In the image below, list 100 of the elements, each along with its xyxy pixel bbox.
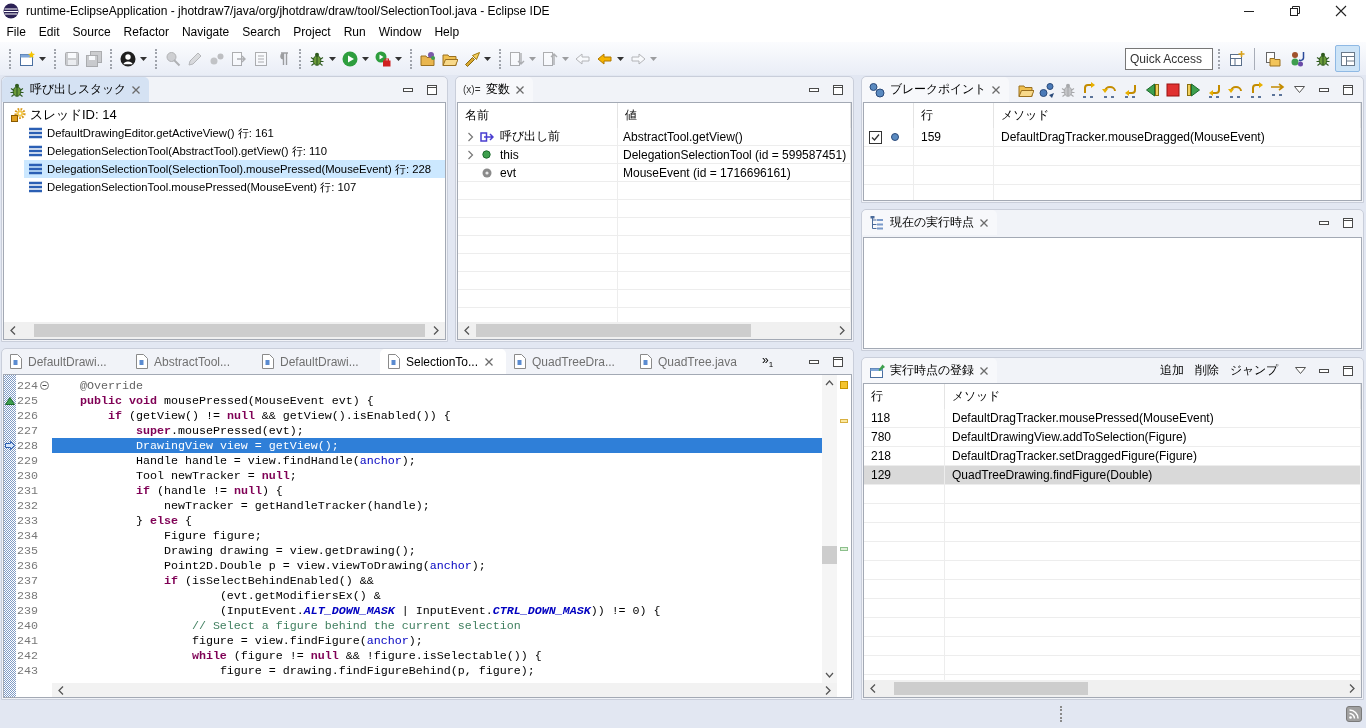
- maximize-icon[interactable]: [426, 83, 438, 96]
- table-row[interactable]: 118 DefaultDragTracker.mousePressed(MouseEvent): [864, 409, 1361, 428]
- menu-item[interactable]: Help: [427, 25, 466, 39]
- menu-item[interactable]: Refactor: [117, 25, 176, 39]
- maximize-icon[interactable]: [832, 83, 844, 96]
- bar-triangle-icon[interactable]: [1185, 81, 1202, 98]
- code-line: } else {: [135, 513, 192, 528]
- chevron-right-icon[interactable]: [839, 326, 845, 335]
- tree-item[interactable]: DelegationSelectionTool.mousePressed(MouseEvent) 行: 107: [24, 178, 445, 196]
- editor-tab[interactable]: AbstractTool...: [128, 349, 254, 374]
- tree-item[interactable]: スレッドID: 14: [8, 106, 445, 124]
- triangle-bar-icon[interactable]: [1143, 81, 1160, 98]
- chevron-up-icon[interactable]: [825, 380, 834, 386]
- view-menu-icon[interactable]: [1295, 367, 1306, 374]
- editor-tab[interactable]: DefaultDrawi...: [2, 349, 128, 374]
- view-tab[interactable]: (x)= 変数: [456, 77, 533, 102]
- tree-item[interactable]: DelegationSelectionTool(SelectionTool).mousePressed(MouseEvent) 行: 228: [24, 160, 445, 178]
- maximize-icon[interactable]: [1342, 216, 1354, 229]
- person-circle-icon[interactable]: [120, 50, 136, 67]
- checkbox[interactable]: [869, 130, 882, 144]
- table-cell: DefaultDragTracker.setDraggedFigure(Figure): [952, 449, 1197, 463]
- box-arrow-icon: [480, 130, 494, 143]
- code-line: Drawing drawing = view.getDrawing();: [163, 543, 416, 558]
- editor-tab[interactable]: QuadTreeDra...: [506, 349, 632, 374]
- horizontal-scrollbar[interactable]: [4, 322, 445, 339]
- view-tab[interactable]: 実行時点の登録: [862, 358, 997, 383]
- caret-icon[interactable]: [484, 56, 491, 61]
- window-plus-icon[interactable]: [1229, 50, 1245, 67]
- restore-icon[interactable]: [1289, 5, 1301, 17]
- vertical-scrollbar[interactable]: [822, 375, 837, 683]
- chevron-left-icon[interactable]: [58, 685, 64, 695]
- menu-item[interactable]: File: [0, 25, 33, 39]
- line-number: 239: [17, 603, 38, 618]
- horizontal-scrollbar[interactable]: [52, 683, 837, 697]
- chevron-right-icon[interactable]: [467, 131, 474, 142]
- chevron-right-icon[interactable]: [825, 685, 831, 695]
- table-row[interactable]: 129 QuadTreeDrawing.findFigure(Double): [864, 466, 1361, 485]
- maximize-icon[interactable]: [1342, 83, 1354, 96]
- caret-icon[interactable]: [395, 56, 402, 61]
- chevron-left-icon[interactable]: [464, 326, 470, 335]
- quick-access-field[interactable]: Quick Access: [1125, 47, 1213, 70]
- toolbar-button[interactable]: ジャンプ: [1229, 362, 1278, 379]
- chevron-down-icon[interactable]: [825, 672, 834, 678]
- variable-name: 呼び出し前: [500, 128, 560, 145]
- caret-icon[interactable]: [329, 56, 336, 61]
- curved-arrow-icon[interactable]: [1248, 81, 1265, 98]
- curved-arrow-icon[interactable]: [1080, 81, 1097, 98]
- menu-item[interactable]: Source: [66, 25, 118, 39]
- menu-item[interactable]: Run: [337, 25, 373, 39]
- bug-icon[interactable]: [309, 50, 325, 67]
- close-icon[interactable]: [1335, 5, 1347, 17]
- line-number: 243: [17, 663, 38, 678]
- menu-item[interactable]: Project: [286, 25, 338, 39]
- menu-item[interactable]: Edit: [32, 25, 67, 39]
- code-line: if (handle != null) {: [135, 483, 283, 498]
- dots-icon[interactable]: [1038, 81, 1055, 98]
- tree-item[interactable]: DefaultDrawingEditor.getActiveView() 行: 161: [24, 124, 445, 142]
- caret-icon[interactable]: [362, 56, 369, 61]
- arcs-icon[interactable]: [1346, 706, 1362, 722]
- view-tab[interactable]: 現在の実行時点: [862, 210, 997, 235]
- stop-icon[interactable]: [1164, 81, 1181, 98]
- horizontal-scrollbar[interactable]: [458, 322, 851, 339]
- menu-item[interactable]: Search: [235, 25, 287, 39]
- variable-name: evt: [500, 165, 516, 180]
- toolbar-button[interactable]: 削除: [1194, 362, 1219, 379]
- chevron-right-icon[interactable]: [467, 149, 474, 160]
- dot-icon: [891, 133, 899, 141]
- maximize-icon[interactable]: [1342, 364, 1354, 377]
- view-tab[interactable]: ブレークポイント: [862, 77, 1009, 102]
- page-icon: [640, 354, 652, 369]
- right-arrow-icon[interactable]: [1269, 81, 1286, 98]
- minus-circle-icon[interactable]: [40, 381, 49, 390]
- table-row[interactable]: 780 DefaultDrawingView.addToSelection(Figure): [864, 428, 1361, 447]
- pen-icon[interactable]: [464, 50, 480, 67]
- caret-icon[interactable]: [140, 56, 147, 61]
- editor-tab[interactable]: QuadTree.java: [632, 349, 758, 374]
- editor-tab[interactable]: DefaultDrawi...: [254, 349, 380, 374]
- view-tab[interactable]: 呼び出しスタック: [2, 77, 149, 102]
- maximize-icon[interactable]: [832, 355, 844, 368]
- caret-icon[interactable]: [39, 56, 46, 61]
- scrollbar-thumb[interactable]: [34, 324, 425, 337]
- scrollbar-thumb[interactable]: [822, 546, 837, 564]
- chevron-left-icon[interactable]: [870, 684, 876, 693]
- tree-item[interactable]: DelegationSelectionTool(AbstractTool).getView() 行: 110: [24, 142, 445, 160]
- toolbar-button[interactable]: 追加: [1159, 362, 1184, 379]
- scrollbar-thumb[interactable]: [894, 682, 1088, 695]
- horizontal-scrollbar[interactable]: [864, 680, 1361, 697]
- menu-item[interactable]: Window: [372, 25, 428, 39]
- caret-icon[interactable]: [617, 56, 624, 61]
- menu-item[interactable]: Navigate: [175, 25, 236, 39]
- overflow-button[interactable]: »$_{1}$: [762, 353, 774, 370]
- chevron-right-icon[interactable]: [433, 326, 439, 335]
- perspective-button[interactable]: [1335, 45, 1360, 72]
- view-menu-icon[interactable]: [1294, 86, 1305, 93]
- chevron-right-icon[interactable]: [1349, 684, 1355, 693]
- folder-icon[interactable]: [420, 50, 436, 67]
- scrollbar-thumb[interactable]: [476, 324, 751, 337]
- chevron-left-icon[interactable]: [10, 326, 16, 335]
- play-toolbox-icon[interactable]: [375, 50, 391, 67]
- editor-tab[interactable]: SelectionTo...: [380, 349, 506, 374]
